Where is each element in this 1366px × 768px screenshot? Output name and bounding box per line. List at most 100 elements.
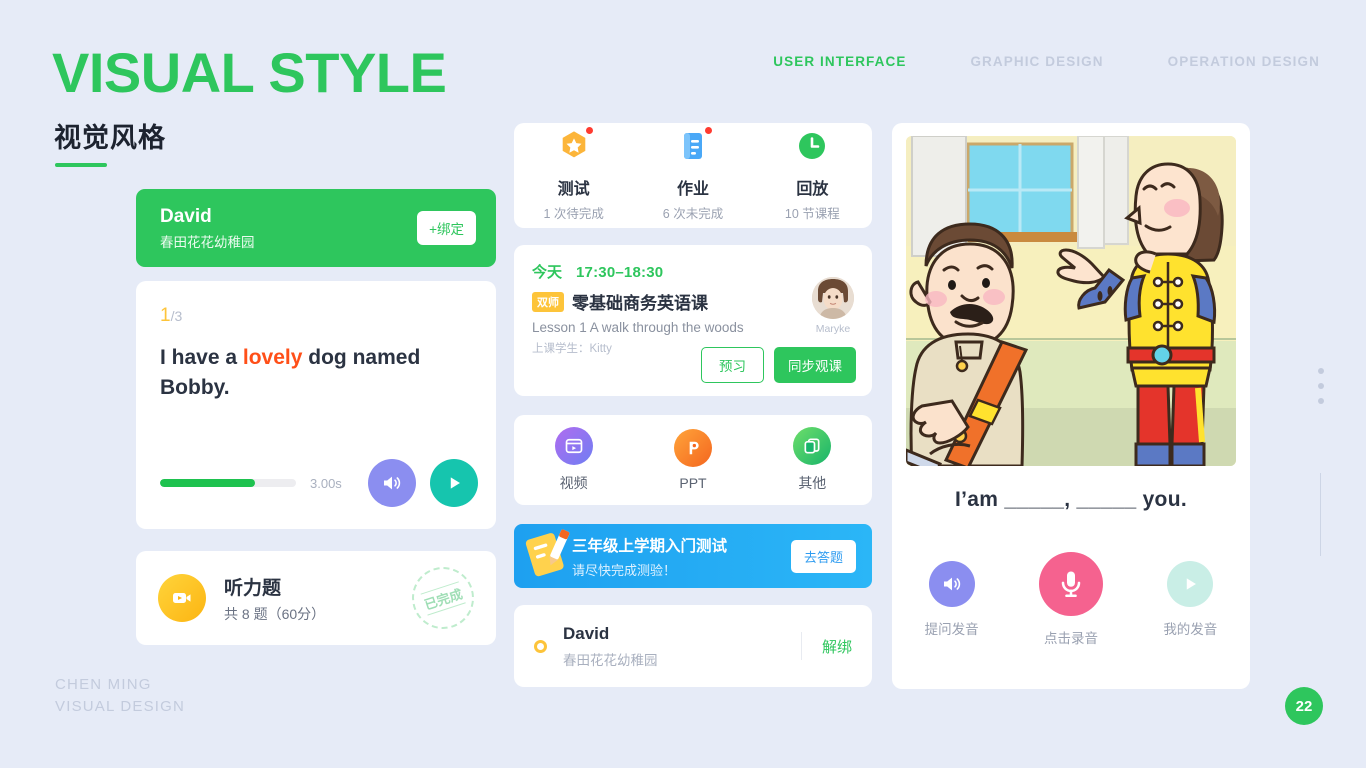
edge-dot-1 bbox=[1318, 368, 1324, 374]
nav-item-operation-design[interactable]: OPERATION DESIGN bbox=[1168, 54, 1320, 69]
quick-actions-card: 测试 1 次待完成 作业 6 次未完成 回放 10 节课程 bbox=[514, 123, 872, 228]
preview-button[interactable]: 预习 bbox=[701, 347, 764, 383]
lesson-title-row: 双师 零基础商务英语课 bbox=[532, 289, 854, 314]
test-paper-pencil-icon bbox=[525, 529, 570, 577]
action-my-pronunciation-label: 我的发音 bbox=[1163, 622, 1218, 637]
resources-card: 视频 PPT 其他 bbox=[514, 415, 872, 505]
audio-controls-row: 3.00s bbox=[160, 459, 478, 507]
homework-badge-dot bbox=[703, 126, 713, 135]
bound-account-school: 春田花花幼稚园 bbox=[563, 652, 658, 668]
speaker-icon bbox=[943, 577, 960, 591]
resource-other-label: 其他 bbox=[798, 475, 827, 491]
resource-video-label: 视频 bbox=[559, 475, 588, 491]
action-record-label: 点击录音 bbox=[1043, 631, 1098, 646]
join-class-button[interactable]: 同步观课 bbox=[774, 347, 856, 383]
lesson-card: 今天 17:30–18:30 双师 零基础商务英语课 Lesson 1 A wa… bbox=[514, 245, 872, 396]
resource-ppt[interactable]: PPT bbox=[633, 429, 752, 491]
listening-icon-wrap bbox=[158, 574, 206, 622]
sentence-part-before: I have a bbox=[160, 346, 243, 369]
nav-item-user-interface[interactable]: USER INTERFACE bbox=[773, 54, 906, 69]
lesson-day: 今天 bbox=[532, 264, 563, 281]
promo-title: 三年级上学期入门测试 bbox=[572, 537, 728, 555]
speaker-button[interactable] bbox=[368, 459, 416, 507]
teacher-block[interactable]: Maryke bbox=[812, 277, 854, 335]
resource-ppt-label: PPT bbox=[679, 475, 707, 491]
sentence-text: I have a lovely dog named Bobby. bbox=[160, 343, 474, 403]
lesson-tag: 双师 bbox=[532, 291, 564, 312]
listening-subtitle: 共 8 题（60分） bbox=[224, 605, 326, 622]
quick-action-homework[interactable]: 作业 6 次未完成 bbox=[633, 126, 752, 222]
audio-duration: 3.00s bbox=[310, 475, 342, 491]
lesson-illustration bbox=[906, 136, 1236, 466]
play-icon bbox=[1187, 578, 1197, 590]
edge-dot-3 bbox=[1318, 398, 1324, 404]
page-number-badge: 22 bbox=[1285, 687, 1323, 725]
edge-dots-indicator bbox=[1318, 368, 1324, 404]
audio-progress-bar[interactable] bbox=[160, 479, 296, 487]
footer-credit: CHEN MING VISUAL DESIGN bbox=[55, 674, 185, 718]
footer-line-1: CHEN MING bbox=[55, 676, 152, 693]
action-ask-pronunciation[interactable]: 提问发音 bbox=[892, 561, 1011, 647]
action-my-pronunciation[interactable]: 我的发音 bbox=[1131, 561, 1250, 647]
title-underline bbox=[55, 163, 107, 167]
completed-stamp-label: 已完成 bbox=[420, 581, 466, 615]
action-ask-pronunciation-label: 提问发音 bbox=[924, 622, 979, 637]
quick-action-replay[interactable]: 回放 10 节课程 bbox=[753, 129, 872, 222]
slide-root: VISUAL STYLE 视觉风格 USER INTERFACE GRAPHIC… bbox=[0, 0, 1366, 768]
audio-progress-fill bbox=[160, 479, 256, 487]
bound-account-name: David bbox=[563, 623, 610, 643]
test-icon-wrap bbox=[557, 126, 594, 168]
top-navigation: USER INTERFACE GRAPHIC DESIGN OPERATION … bbox=[773, 54, 1320, 69]
lesson-time-row: 今天 17:30–18:30 bbox=[532, 261, 854, 282]
test-badge-dot bbox=[584, 126, 594, 135]
ask-speaker-button[interactable] bbox=[928, 561, 975, 607]
teacher-name: Maryke bbox=[815, 323, 851, 335]
sentence-highlight-word: lovely bbox=[242, 346, 303, 369]
lesson-student-label: 上课学生： bbox=[532, 343, 590, 355]
record-button[interactable] bbox=[1038, 552, 1103, 616]
sentence-counter: 1/3 bbox=[160, 305, 182, 327]
video-play-icon bbox=[173, 593, 191, 603]
ring-indicator-icon bbox=[534, 639, 547, 653]
lesson-student-name: Kitty bbox=[589, 343, 612, 355]
bound-account-divider bbox=[800, 632, 802, 660]
edge-vertical-line bbox=[1319, 473, 1321, 556]
promo-banner[interactable]: 三年级上学期入门测试 请尽快完成测验！ 去答题 bbox=[514, 524, 872, 588]
my-pronunciation-play-button[interactable] bbox=[1167, 561, 1214, 607]
sentence-counter-current: 1 bbox=[160, 305, 171, 326]
sentence-counter-total: /3 bbox=[170, 308, 183, 324]
sentence-practice-card: 1/3 I have a lovely dog named Bobby. 3.0… bbox=[136, 281, 496, 529]
promo-text: 三年级上学期入门测试 请尽快完成测验！ bbox=[572, 534, 727, 579]
user-school: 春田花花幼稚园 bbox=[160, 235, 255, 251]
footer-line-2: VISUAL DESIGN bbox=[55, 697, 186, 715]
bound-account-card: David 春田花花幼稚园 解绑 bbox=[514, 605, 872, 687]
bind-button[interactable]: +绑定 bbox=[417, 211, 476, 245]
edge-dot-2 bbox=[1318, 383, 1324, 389]
quick-action-homework-sub: 6 次未完成 bbox=[662, 207, 724, 221]
listening-task-card[interactable]: 听力题 共 8 题（60分） 已完成 bbox=[136, 551, 496, 645]
homework-icon-wrap bbox=[676, 126, 713, 168]
resource-other[interactable]: 其他 bbox=[753, 427, 872, 493]
speaker-icon bbox=[384, 476, 401, 490]
lesson-course-name: 零基础商务英语课 bbox=[572, 294, 708, 313]
action-record[interactable]: 点击录音 bbox=[1011, 552, 1130, 647]
other-icon-wrap bbox=[793, 427, 832, 465]
page-title: VISUAL STYLE bbox=[52, 41, 447, 104]
play-button[interactable] bbox=[430, 459, 478, 507]
replay-icon-wrap bbox=[795, 129, 829, 168]
quick-action-test-sub: 1 次待完成 bbox=[543, 207, 604, 221]
user-banner: David 春田花花幼稚园 +绑定 bbox=[136, 189, 496, 267]
quick-action-replay-sub: 10 节课程 bbox=[784, 207, 840, 221]
lesson-unit: Lesson 1 A walk through the woods bbox=[532, 320, 744, 335]
cartoon-two-characters-illustration bbox=[906, 136, 1236, 466]
nav-item-graphic-design[interactable]: GRAPHIC DESIGN bbox=[970, 54, 1103, 69]
bound-account-text: David 春田花花幼稚园 bbox=[563, 624, 658, 669]
clock-icon bbox=[799, 133, 826, 159]
video-icon-wrap bbox=[554, 427, 593, 465]
unbind-button[interactable]: 解绑 bbox=[822, 636, 852, 657]
quick-action-replay-label: 回放 bbox=[796, 181, 829, 198]
microphone-icon bbox=[1061, 571, 1081, 597]
resource-video[interactable]: 视频 bbox=[514, 427, 633, 493]
quick-action-test[interactable]: 测试 1 次待完成 bbox=[514, 126, 633, 222]
promo-answer-button[interactable]: 去答题 bbox=[790, 539, 856, 573]
